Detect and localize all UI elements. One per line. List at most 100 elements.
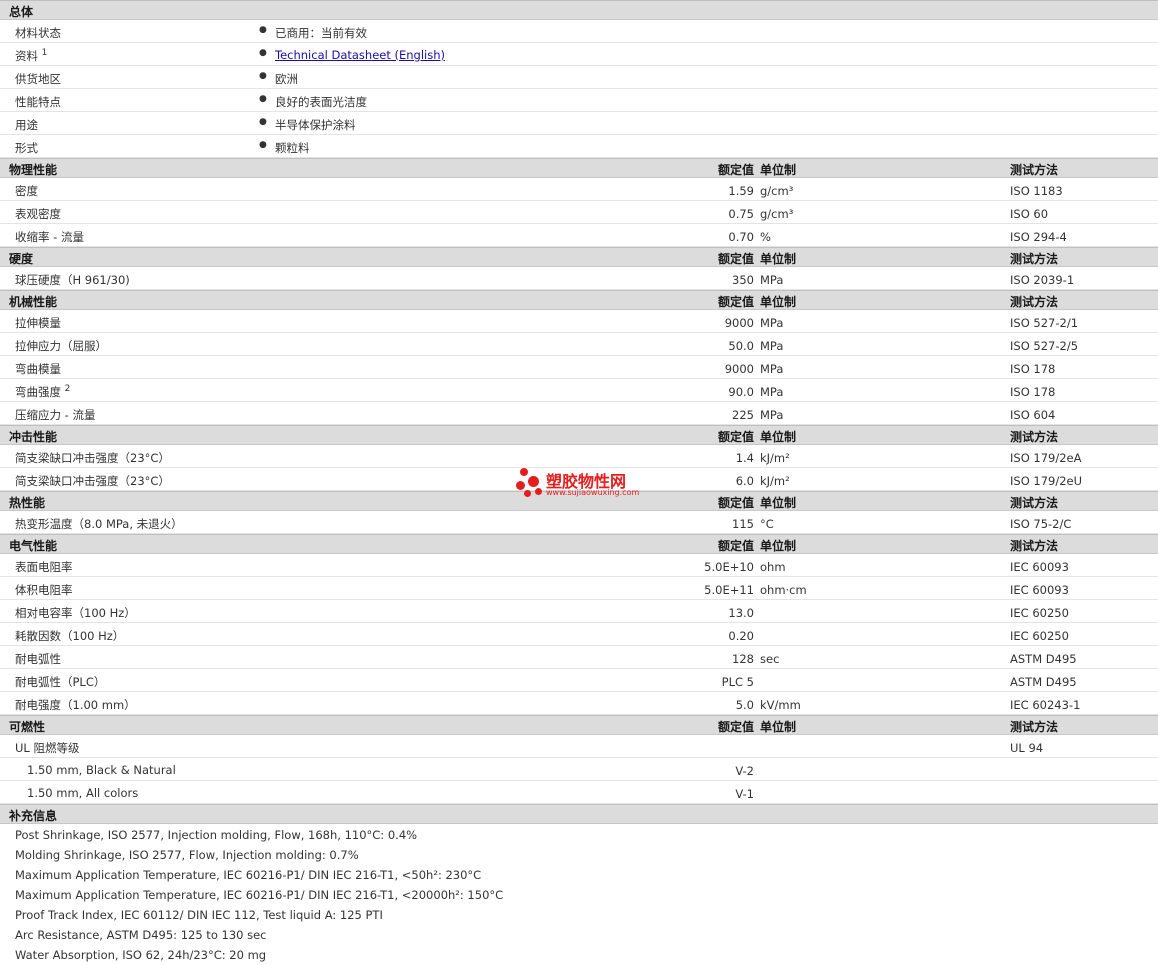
row-label-text: 形式 [15, 141, 38, 155]
watermark-url: www.sujiaowuxing.com [546, 488, 640, 497]
logo-dot-icon [516, 481, 525, 490]
property-label: 表观密度 [15, 206, 61, 222]
col-header-unit: 单位制 [760, 295, 797, 309]
row-value: 颗粒料 [275, 141, 310, 155]
property-label-text: 压缩应力 - 流量 [15, 408, 96, 422]
row-label: 供货地区 [15, 71, 61, 87]
property-row: 弯曲模量 9000 MPa ISO 178 [0, 356, 1158, 379]
property-label: 简支梁缺口冲击强度（23°C） [15, 450, 170, 466]
row-value: 已商用：当前有效 [275, 26, 367, 40]
property-unit: MPa [760, 316, 784, 330]
property-unit: MPa [760, 385, 784, 399]
property-label-text: 收缩率 - 流量 [15, 230, 84, 244]
property-label-text: 耐电强度（1.00 mm） [15, 698, 136, 712]
property-value: 115 [732, 517, 754, 531]
col-header-value: 额定值 [717, 295, 754, 309]
col-header-unit: 单位制 [760, 720, 797, 734]
property-row: 表面电阻率 5.0E+10 ohm IEC 60093 [0, 554, 1158, 577]
property-label-text: 球压硬度（H 961/30) [15, 273, 130, 287]
col-header-unit: 单位制 [760, 539, 797, 553]
property-method: ISO 294-4 [1010, 230, 1067, 244]
property-row: 耐电弧性 128 sec ASTM D495 [0, 646, 1158, 669]
section-title: 电气性能 [9, 539, 58, 553]
supplement-text: Molding Shrinkage, ISO 2577, Flow, Injec… [15, 848, 359, 862]
property-method: ISO 179/2eU [1010, 474, 1083, 488]
supplement-line: Post Shrinkage, ISO 2577, Injection mold… [0, 824, 1158, 844]
section-header: 机械性能 额定值 单位制 测试方法 [0, 290, 1158, 310]
property-label: 耐电弧性（PLC） [15, 674, 105, 690]
property-unit: g/cm³ [760, 184, 794, 198]
property-value: 128 [732, 652, 754, 666]
property-label: 1.50 mm, All colors [27, 786, 138, 800]
property-label: UL 阻燃等级 [15, 740, 79, 756]
section-header: 可燃性 额定值 单位制 测试方法 [0, 715, 1158, 735]
property-label-text: 1.50 mm, All colors [27, 786, 139, 800]
section-header-general: 总体 [0, 0, 1158, 20]
property-row: 1.50 mm, Black & Natural V-2 [0, 758, 1158, 781]
property-value: 5.0E+10 [704, 560, 754, 574]
section-title: 总体 [9, 5, 34, 19]
section-header: 电气性能 额定值 单位制 测试方法 [0, 534, 1158, 554]
supplement-text: Maximum Application Temperature, IEC 602… [15, 868, 482, 882]
property-unit: kJ/m² [760, 451, 790, 465]
property-label-text: 体积电阻率 [15, 583, 73, 597]
property-label-text: 表面电阻率 [15, 560, 73, 574]
property-method: ISO 527-2/5 [1010, 339, 1079, 353]
supplement-text: Water Absorption, ISO 62, 24h/23°C: 20 m… [15, 948, 267, 962]
section-header-supplement: 补充信息 [0, 804, 1158, 824]
section-title: 热性能 [9, 496, 46, 510]
property-value: 13.0 [728, 606, 754, 620]
general-row: 供货地区 ● 欧洲 [0, 66, 1158, 89]
row-label: 性能特点 [15, 94, 61, 110]
property-label: 弯曲模量 [15, 361, 61, 377]
property-method: ISO 178 [1010, 362, 1056, 376]
property-method: ASTM D495 [1010, 652, 1077, 666]
property-row: 1.50 mm, All colors V-1 [0, 781, 1158, 804]
property-label-text: 耐电弧性 [15, 652, 61, 666]
property-value: 9000 [724, 362, 754, 376]
section-title: 冲击性能 [9, 430, 58, 444]
property-method: UL 94 [1010, 741, 1044, 755]
property-label-text: 拉伸应力（屈服） [15, 339, 107, 353]
property-method: ISO 1183 [1010, 184, 1063, 198]
row-value: 欧洲 [275, 72, 298, 86]
supplement-text: Proof Track Index, IEC 60112/ DIN IEC 11… [15, 908, 383, 922]
bullet-icon: ● [259, 117, 267, 127]
property-unit: ohm [760, 560, 786, 574]
row-label-text: 资料 [15, 49, 38, 63]
col-header-value: 额定值 [717, 720, 754, 734]
supplement-line: Molding Shrinkage, ISO 2577, Flow, Injec… [0, 844, 1158, 864]
section-header: 物理性能 额定值 单位制 测试方法 [0, 158, 1158, 178]
footnote-marker: 1 [41, 48, 48, 58]
datasheet-link[interactable]: Technical Datasheet (English) [275, 48, 445, 62]
property-label-text: 表观密度 [15, 207, 61, 221]
property-label: 相对电容率（100 Hz） [15, 605, 136, 621]
property-label: 耐电弧性 [15, 651, 61, 667]
bullet-icon: ● [259, 94, 267, 104]
general-row: 资料 1 ● Technical Datasheet (English) [0, 43, 1158, 66]
property-label-text: 耐电弧性（PLC） [15, 675, 106, 689]
property-row: 拉伸应力（屈服） 50.0 MPa ISO 527-2/5 [0, 333, 1158, 356]
property-method: IEC 60250 [1010, 606, 1069, 620]
property-label-text: 简支梁缺口冲击强度（23°C） [15, 474, 170, 488]
property-method: ISO 2039-1 [1010, 273, 1075, 287]
property-label-text: 热变形温度（8.0 MPa, 未退火） [15, 517, 183, 531]
bullet-icon: ● [259, 25, 267, 35]
property-label: 弯曲强度 2 [15, 384, 70, 400]
row-value: 良好的表面光洁度 [275, 95, 367, 109]
property-row: 压缩应力 - 流量 225 MPa ISO 604 [0, 402, 1158, 425]
property-label-text: 简支梁缺口冲击强度（23°C） [15, 451, 170, 465]
property-value: 50.0 [728, 339, 754, 353]
property-label-text: 相对电容率（100 Hz） [15, 606, 136, 620]
logo-dot-icon [524, 490, 531, 497]
row-label: 材料状态 [15, 25, 61, 41]
property-value: 1.4 [735, 451, 754, 465]
property-value: 0.70 [728, 230, 754, 244]
property-method: IEC 60250 [1010, 629, 1069, 643]
section-title: 可燃性 [9, 720, 46, 734]
property-label-text: 耗散因数（100 Hz） [15, 629, 125, 643]
footnote-marker: 2 [64, 384, 71, 394]
property-row: 耐电弧性（PLC） PLC 5 ASTM D495 [0, 669, 1158, 692]
col-header-unit: 单位制 [760, 430, 797, 444]
row-label-text: 材料状态 [15, 26, 61, 40]
